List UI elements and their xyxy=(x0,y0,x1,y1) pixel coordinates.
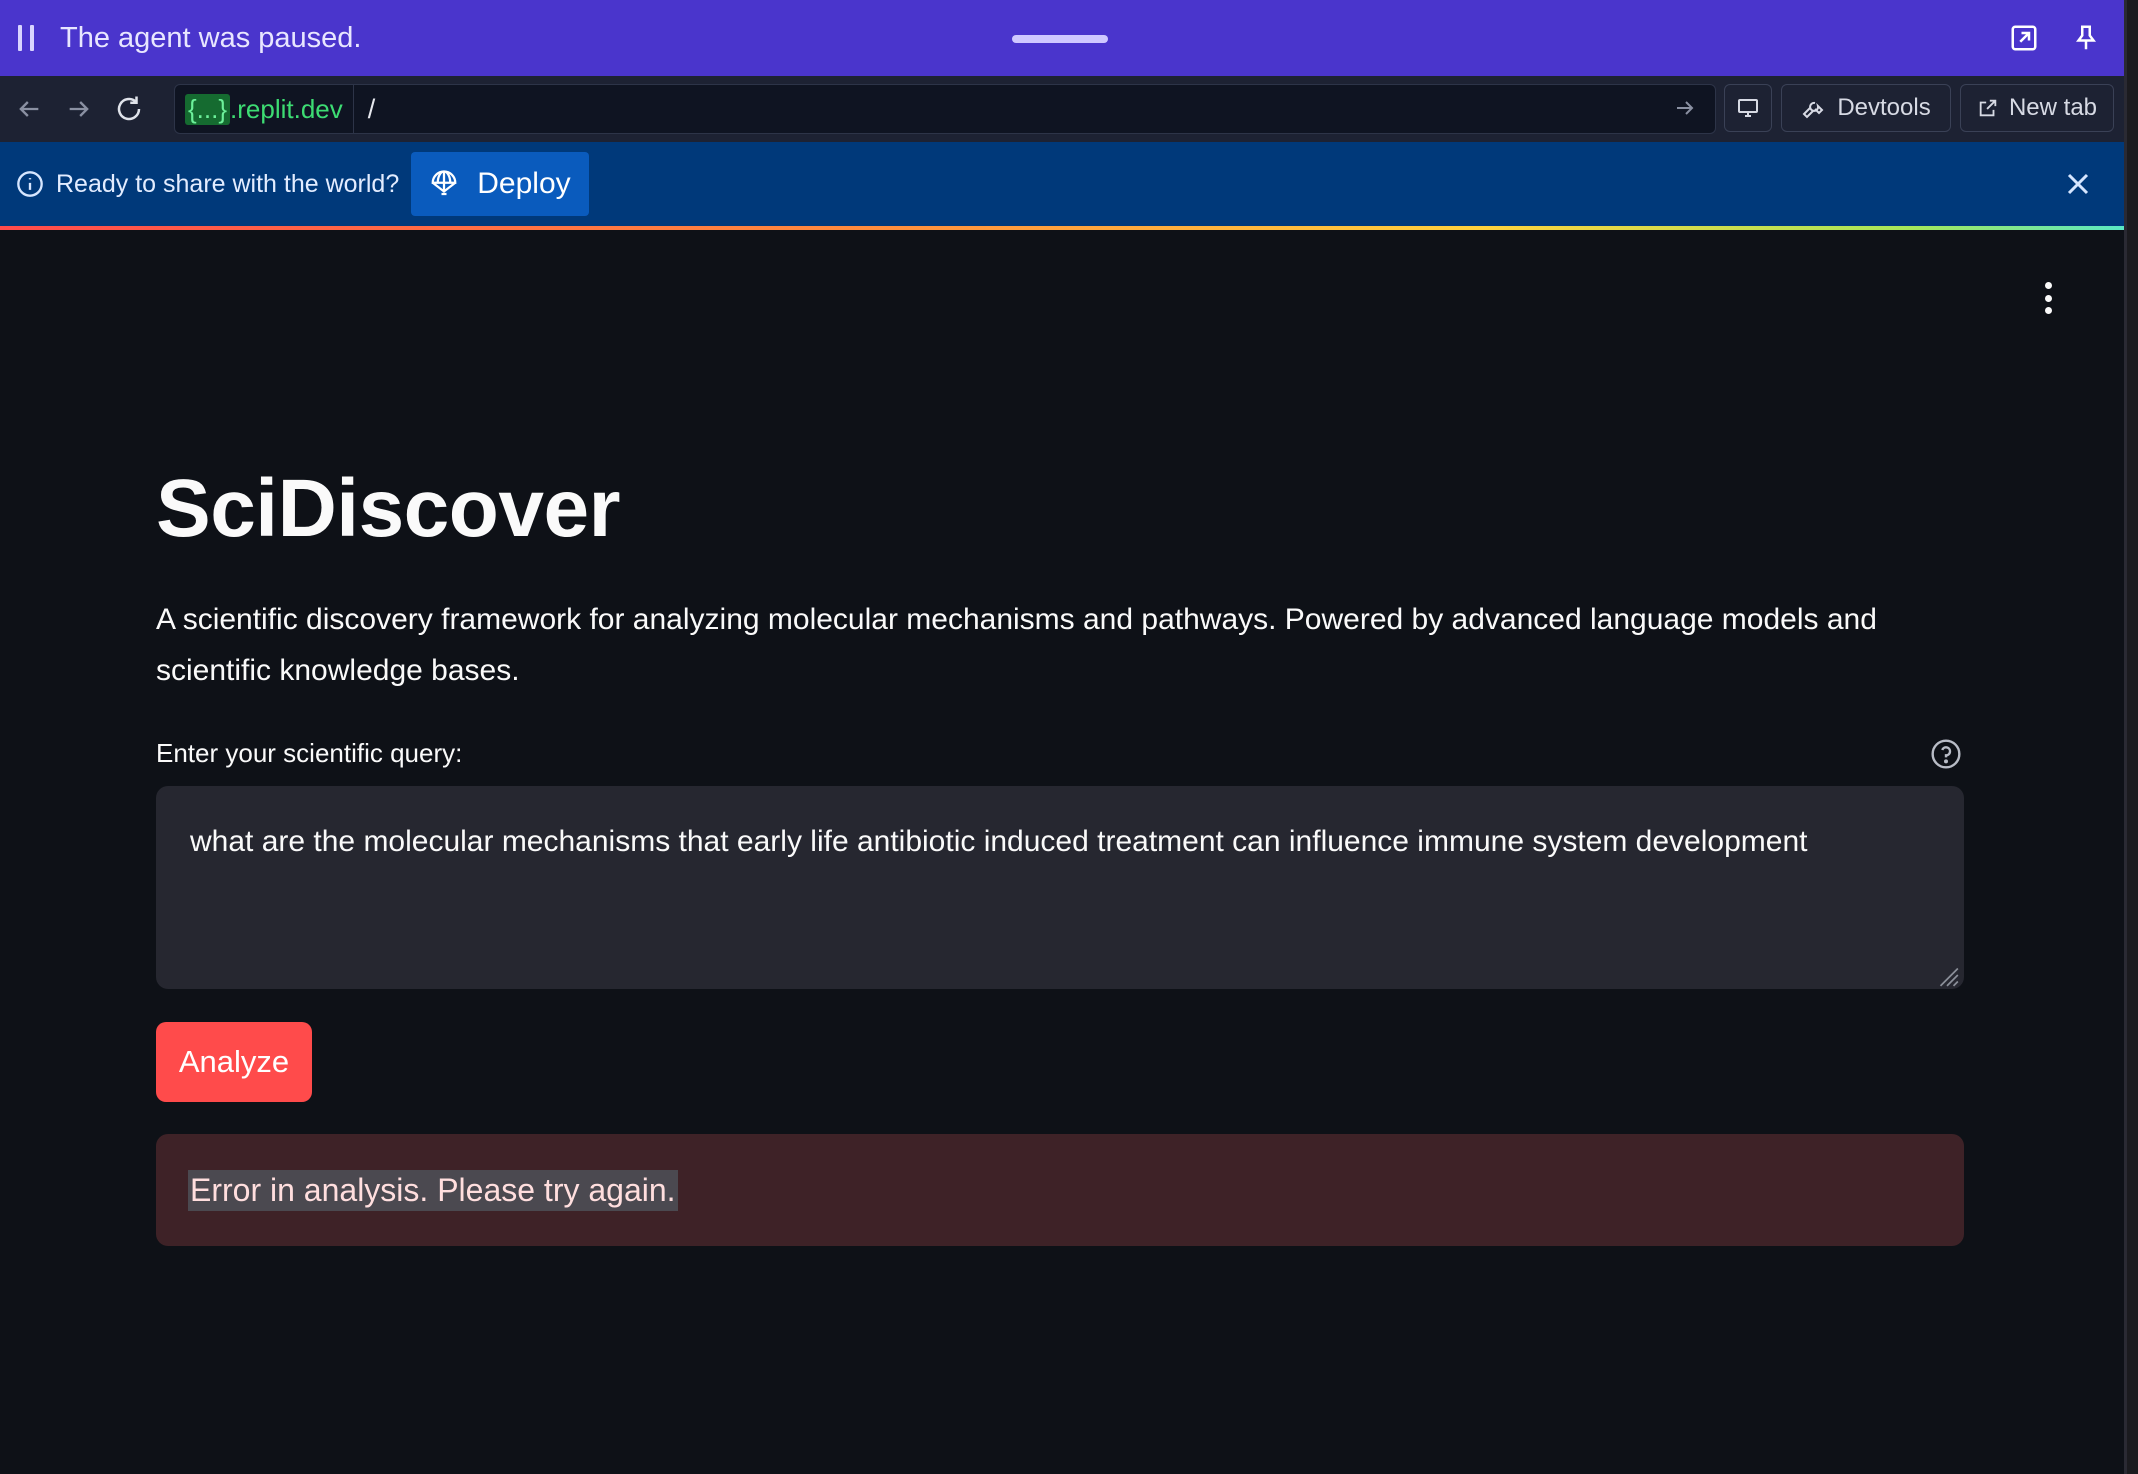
deploy-button[interactable]: Deploy xyxy=(411,152,589,216)
browser-toolbar: {...} .replit.dev / Devtools New tab xyxy=(0,76,2124,142)
pin-icon[interactable] xyxy=(2068,20,2104,56)
url-path: / xyxy=(367,93,376,124)
deploy-banner: Ready to share with the world? Deploy xyxy=(0,142,2124,226)
deploy-icon xyxy=(431,170,457,196)
url-host-domain: .replit.dev xyxy=(230,93,343,124)
close-icon[interactable] xyxy=(2060,166,2096,202)
info-icon xyxy=(16,170,44,198)
main-menu-icon[interactable] xyxy=(2036,282,2060,314)
error-alert: Error in analysis. Please try again. xyxy=(156,1134,1964,1246)
query-label: Enter your scientific query: xyxy=(156,738,463,768)
query-textarea[interactable]: what are the molecular mechanisms that e… xyxy=(156,786,1964,989)
deploy-message: Ready to share with the world? xyxy=(56,169,400,198)
deploy-label: Deploy xyxy=(477,167,571,200)
pause-icon[interactable] xyxy=(18,25,34,51)
back-arrow-icon[interactable] xyxy=(4,84,54,134)
error-message: Error in analysis. Please try again. xyxy=(188,1169,678,1211)
go-arrow-icon[interactable] xyxy=(1673,96,1697,125)
drag-handle[interactable] xyxy=(1012,35,1108,43)
monitor-icon xyxy=(1738,99,1758,117)
devtools-label: Devtools xyxy=(1837,94,1931,121)
external-link-icon xyxy=(1979,99,1997,117)
agent-status-bar: The agent was paused. xyxy=(0,0,2124,76)
devtools-button[interactable]: Devtools xyxy=(1781,84,1951,132)
agent-status-text: The agent was paused. xyxy=(60,21,362,54)
new-tab-label: New tab xyxy=(2008,94,2098,121)
url-bar[interactable]: {...} .replit.dev / xyxy=(174,84,1716,134)
url-host-brace: {...} xyxy=(185,93,231,125)
progress-rainbow-line xyxy=(0,226,2124,230)
browser-window: The agent was paused. {...} .replit.dev … xyxy=(0,0,2127,1474)
query-text: what are the molecular mechanisms that e… xyxy=(190,825,1808,858)
open-external-icon[interactable] xyxy=(2006,20,2042,56)
resize-grip-icon[interactable] xyxy=(1934,959,1960,987)
help-icon[interactable] xyxy=(1930,738,1962,770)
forward-arrow-icon[interactable] xyxy=(54,84,104,134)
reload-icon[interactable] xyxy=(104,84,154,134)
new-tab-button[interactable]: New tab xyxy=(1960,84,2114,132)
page-title: SciDiscover xyxy=(156,463,621,554)
analyze-button[interactable]: Analyze xyxy=(156,1022,312,1102)
url-host: {...} .replit.dev xyxy=(185,85,354,133)
wrench-icon xyxy=(1802,101,1824,119)
page-description: A scientific discovery framework for ana… xyxy=(156,603,1877,687)
device-preview-button[interactable] xyxy=(1724,84,1772,132)
